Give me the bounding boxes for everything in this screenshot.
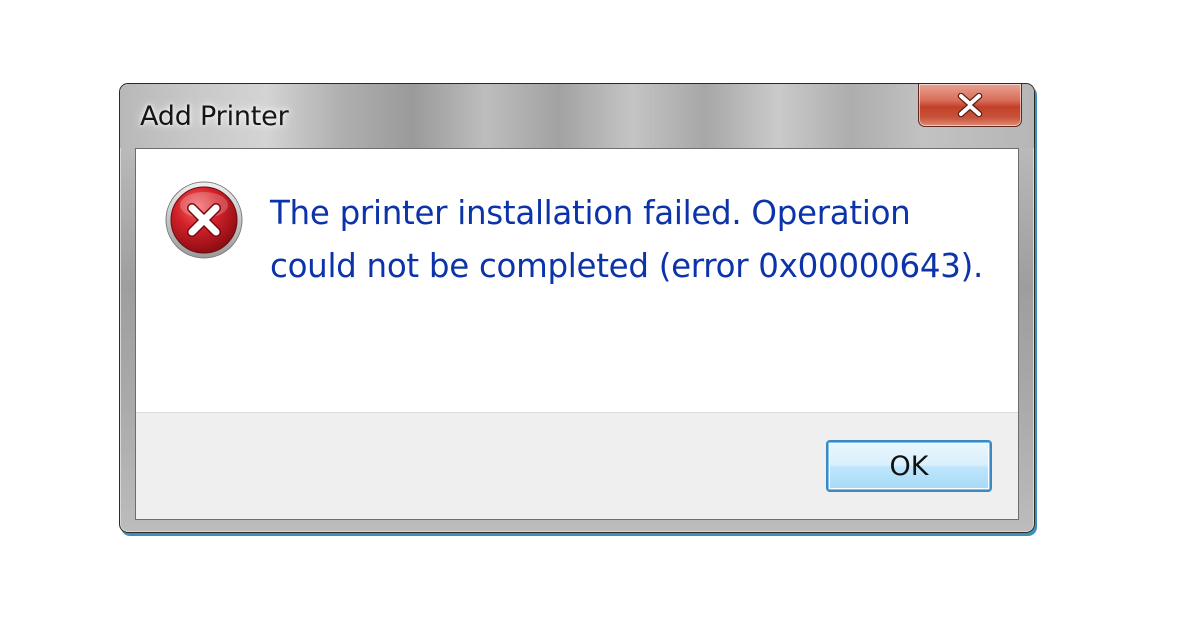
error-icon	[165, 181, 243, 259]
error-message: The printer installation failed. Operati…	[270, 194, 984, 285]
close-button[interactable]	[918, 84, 1022, 127]
dialog-window: Add Printer The printer installation fai…	[119, 83, 1035, 533]
ok-button[interactable]: OK	[826, 440, 992, 492]
dialog-client-area: The printer installation failed. Operati…	[135, 148, 1019, 520]
title-bar[interactable]: Add Printer	[120, 84, 1034, 148]
window-title: Add Printer	[140, 101, 289, 132]
message-area: The printer installation failed. Operati…	[136, 149, 1018, 412]
close-icon	[957, 93, 983, 117]
button-bar: OK	[136, 412, 1018, 519]
